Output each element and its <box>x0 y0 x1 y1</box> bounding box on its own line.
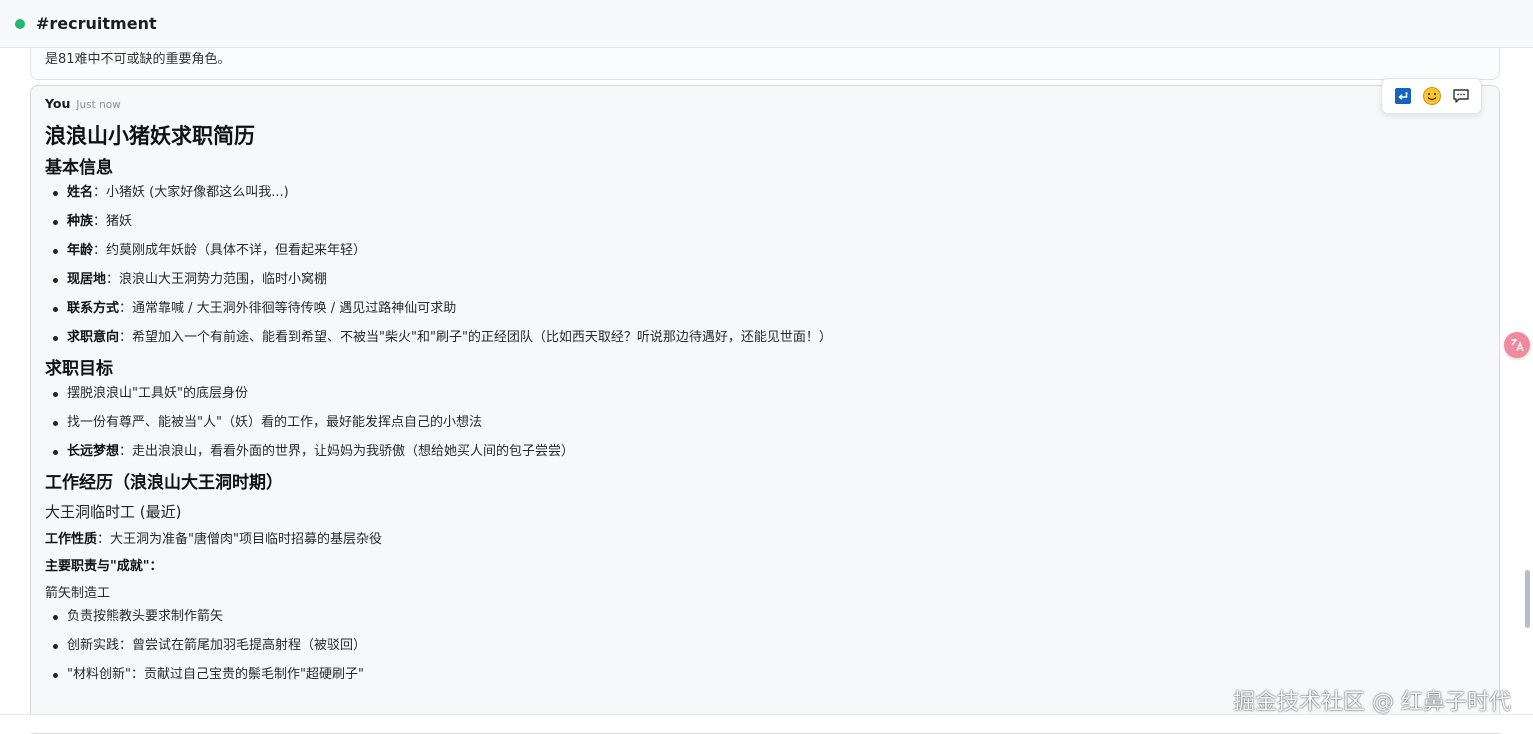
job-duties-heading: 主要职责与"成就"： <box>45 559 163 574</box>
watermark: 掘金技术社区 @ 红鼻子时代 <box>1233 690 1511 715</box>
list-item: 摆脱浪浪山"工具妖"的底层身份 <box>45 384 1485 404</box>
basic-info-list: 姓名：小猪妖 (大家好像都这么叫我...) 种族：猪妖 年龄：约莫刚成年妖龄（具… <box>45 183 1485 348</box>
reply-icon <box>1394 88 1411 104</box>
section-heading-experience: 工作经历（浪浪山大王洞时期） <box>45 473 283 493</box>
job-title: 大王洞临时工 (最近) <box>45 503 182 521</box>
message-meta: You Just now <box>45 96 1485 114</box>
scrollbar-thumb[interactable] <box>1525 570 1530 628</box>
channel-title: #recruitment <box>36 14 157 33</box>
list-item: "材料创新"：贡献过自己宝贵的鬃毛制作"超硬刷子" <box>45 665 1485 685</box>
composer-area <box>0 714 1533 734</box>
sub-role: 箭矢制造工 <box>45 586 111 601</box>
duties-list: 负责按熊教头要求制作箭矢 创新实践：曾尝试在箭尾加羽毛提高射程（被驳回） "材料… <box>45 607 1485 685</box>
emoji-reaction-button[interactable] <box>1420 84 1444 108</box>
list-item: 姓名：小猪妖 (大家好像都这么叫我...) <box>45 183 1485 203</box>
list-item: 年龄：约莫刚成年妖龄（具体不详，但看起来年轻） <box>45 241 1485 261</box>
section-heading-basic: 基本信息 <box>45 158 113 178</box>
emoji-icon <box>1422 87 1441 105</box>
list-item: 求职意向：希望加入一个有前途、能看到希望、不被当"柴火"和"刷子"的正经团队（比… <box>45 328 1485 348</box>
message-card[interactable]: You Just now 浪浪山小猪妖求职简历 基本信息 姓名：小猪妖 (大家好… <box>30 85 1500 714</box>
previous-message: 是81难中不可或缺的重要角色。 <box>30 48 1500 80</box>
list-item: 创新实践：曾尝试在箭尾加羽毛提高射程（被驳回） <box>45 636 1485 656</box>
goals-list: 摆脱浪浪山"工具妖"的底层身份 找一份有尊严、能被当"人"（妖）看的工作，最好能… <box>45 384 1485 462</box>
thread-reply-button[interactable] <box>1449 84 1473 108</box>
message-timestamp: Just now <box>76 99 121 111</box>
section-heading-goals: 求职目标 <box>45 359 113 379</box>
job-nature: 工作性质：大王洞为准备"唐僧肉"项目临时招募的基层杂役 <box>45 532 382 547</box>
message-feed[interactable]: 是81难中不可或缺的重要角色。 You Just now 浪浪山小猪妖求职简历 … <box>0 48 1533 714</box>
message-actions-toolbar <box>1381 78 1482 114</box>
list-item: 负责按熊教头要求制作箭矢 <box>45 607 1485 627</box>
comment-icon <box>1452 89 1469 103</box>
status-dot <box>15 18 25 29</box>
scrollbar[interactable] <box>1522 48 1533 714</box>
list-item: 种族：猪妖 <box>45 212 1485 232</box>
list-item: 联系方式：通常靠喊 / 大王洞外徘徊等待传唤 / 遇见过路神仙可求助 <box>45 299 1485 319</box>
list-item: 现居地：浪浪山大王洞势力范围，临时小窝棚 <box>45 270 1485 290</box>
reply-button[interactable] <box>1391 84 1415 108</box>
list-item: 长远梦想：走出浪浪山，看看外面的世界，让妈妈为我骄傲（想给她买人间的包子尝尝） <box>45 442 1485 462</box>
list-item: 找一份有尊严、能被当"人"（妖）看的工作，最好能发挥点自己的小想法 <box>45 413 1485 433</box>
resume-title: 浪浪山小猪妖求职简历 <box>45 124 255 148</box>
message-author[interactable]: You <box>45 96 70 111</box>
previous-message-text: 是81难中不可或缺的重要角色。 <box>45 52 231 67</box>
channel-header: #recruitment <box>0 0 1533 48</box>
chat-app: #recruitment 是81难中不可或缺的重要角色。 You Just no… <box>0 0 1533 734</box>
